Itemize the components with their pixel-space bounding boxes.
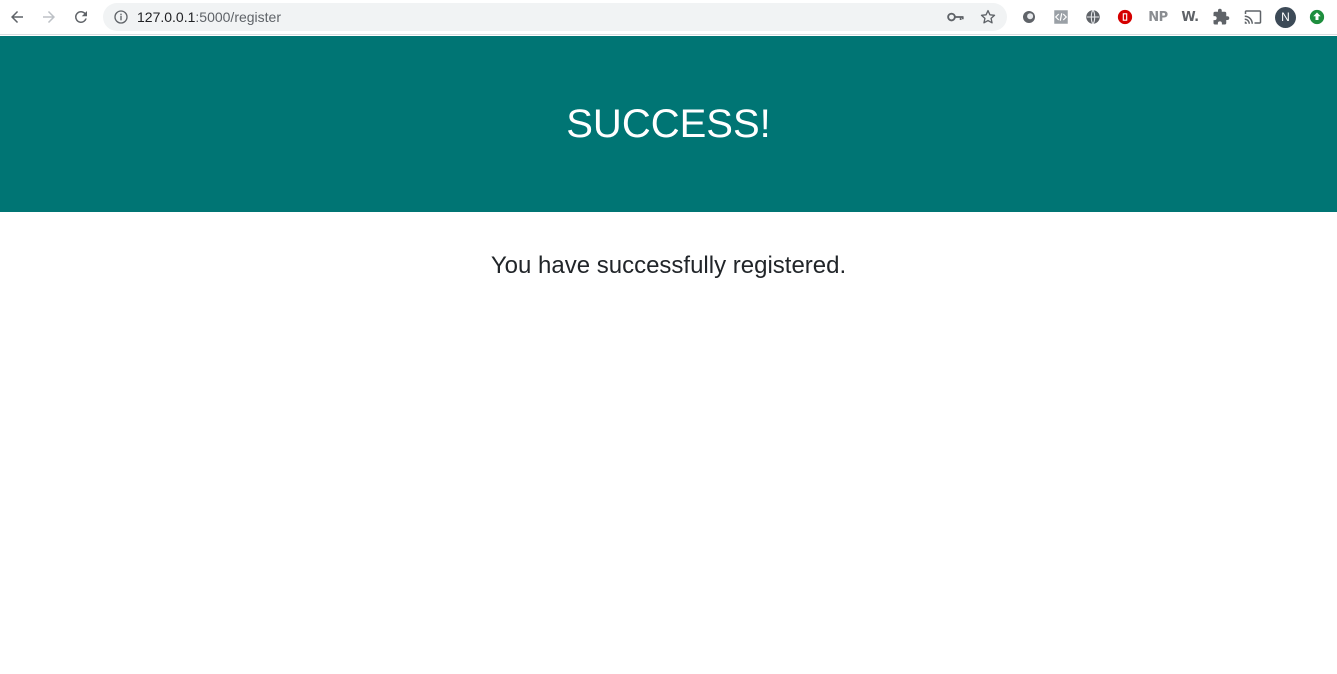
back-arrow-icon [11,11,23,23]
extension-stop-icon [1117,9,1133,25]
success-banner: SUCCESS! [0,36,1337,212]
extension-circle-icon [1023,11,1035,23]
extension-globe-button[interactable] [1083,7,1103,27]
page-title: SUCCESS! [566,101,771,146]
url-text[interactable]: 127.0.0.1:5000/register [137,9,281,25]
extension-np-label: NP [1148,9,1168,25]
extension-w-label: W. [1181,9,1199,25]
puzzle-icon [1213,8,1230,25]
extension-circle-button[interactable] [1019,7,1039,27]
forward-arrow-icon [43,11,55,23]
update-icon [1309,9,1325,25]
url-host: 127.0.0.1 [137,9,196,25]
url-path: :5000/register [195,9,281,25]
browser-toolbar: 127.0.0.1:5000/register NP W. N [0,0,1337,35]
cast-icon [1244,10,1262,24]
update-button[interactable] [1307,7,1327,27]
extension-code-button[interactable] [1051,7,1071,27]
key-icon[interactable] [947,9,965,25]
address-bar[interactable]: 127.0.0.1:5000/register [103,3,1007,31]
extension-stop-button[interactable] [1115,7,1135,27]
forward-button[interactable] [37,5,61,29]
extension-code-icon [1054,10,1068,24]
info-icon[interactable] [113,9,129,25]
extensions-menu-button[interactable] [1211,7,1231,27]
star-icon[interactable] [979,8,997,26]
reload-button[interactable] [69,5,93,29]
profile-avatar[interactable]: N [1275,7,1296,28]
extension-w-button[interactable]: W. [1178,7,1202,27]
success-message: You have successfully registered. [490,252,847,279]
reload-icon [74,10,87,23]
cast-button[interactable] [1243,7,1263,27]
extension-globe-icon [1086,9,1100,25]
back-button[interactable] [5,5,29,29]
extension-np-button[interactable]: NP [1146,7,1170,27]
